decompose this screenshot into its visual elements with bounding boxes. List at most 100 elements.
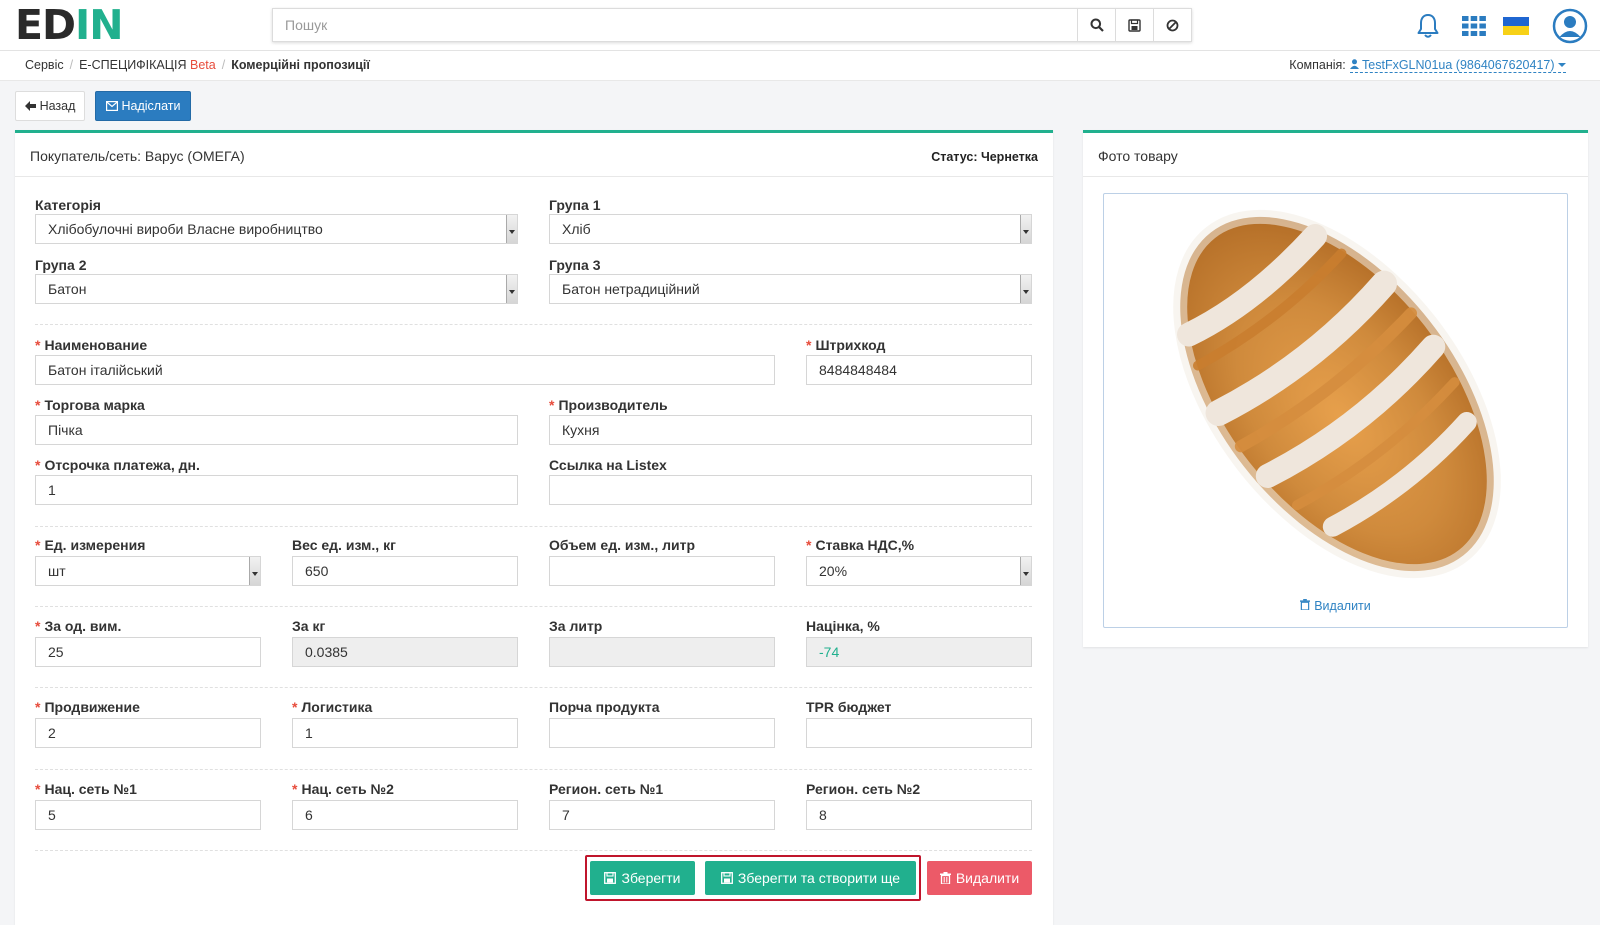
vat-label-text: Ставка НДС,% — [815, 537, 915, 553]
required-marker: * — [35, 618, 41, 634]
select-arrow-icon — [509, 290, 515, 294]
per-unit-input[interactable]: 25 — [35, 637, 261, 667]
breadcrumb-especification-label: Е-СПЕЦИФІКАЦІЯ — [79, 58, 187, 72]
company-dropdown[interactable]: TestFxGLN01ua (9864067620417) — [1349, 58, 1566, 73]
nat1-input[interactable]: 5 — [35, 800, 261, 830]
nat2-input[interactable]: 6 — [292, 800, 518, 830]
photo-delete-label: Видалити — [1314, 599, 1371, 613]
promotion-label-text: Продвижение — [44, 699, 140, 715]
reg1-input[interactable]: 7 — [549, 800, 775, 830]
bell-icon — [1417, 14, 1439, 38]
required-marker: * — [35, 699, 41, 715]
save-button-label: Зберегти — [621, 870, 681, 886]
save-icon — [720, 872, 733, 884]
select-arrow-icon — [1023, 230, 1029, 234]
listex-input[interactable] — [549, 475, 1032, 505]
section-divider — [35, 324, 1032, 325]
back-button-label: Назад — [39, 99, 76, 113]
company-selector: Компанія: TestFxGLN01ua (9864067620417) — [1289, 58, 1566, 73]
back-button[interactable]: Назад — [15, 91, 85, 121]
breadcrumb-bar: Сервіс / Е-СПЕЦИФІКАЦІЯ Beta / Комерційн… — [0, 51, 1600, 81]
reset-search-button[interactable] — [1153, 9, 1191, 41]
logistics-input[interactable]: 1 — [292, 718, 518, 748]
name-input[interactable]: Батон італійський — [35, 355, 775, 385]
listex-label: Ссылка на Listex — [549, 457, 667, 473]
reg2-input[interactable]: 8 — [806, 800, 1032, 830]
delete-button-label: Видалити — [955, 870, 1020, 886]
per-liter-readonly — [549, 637, 775, 667]
notifications-button[interactable] — [1412, 10, 1444, 42]
offer-form-header: Покупатель/сеть: Варус (ОМЕГА) Статус: Ч… — [15, 133, 1053, 177]
user-menu-button[interactable] — [1551, 7, 1589, 45]
unit-select[interactable]: шт — [35, 556, 261, 586]
required-marker: * — [292, 699, 298, 715]
send-button[interactable]: Надіслати — [95, 91, 191, 121]
required-marker: * — [35, 537, 41, 553]
breadcrumb-separator: / — [221, 58, 226, 72]
photo-delete-link[interactable]: Видалити — [1104, 599, 1567, 613]
per-kg-readonly: 0.0385 — [292, 637, 518, 667]
promotion-label: * Продвижение — [35, 699, 140, 715]
trash-icon — [1300, 599, 1311, 610]
logistics-label: * Логистика — [292, 699, 372, 715]
language-button[interactable] — [1500, 10, 1532, 42]
search-button[interactable] — [1077, 9, 1115, 41]
photo-frame: Видалити — [1103, 193, 1568, 628]
group2-select[interactable]: Батон — [35, 274, 518, 304]
required-marker: * — [806, 537, 812, 553]
category-select[interactable]: Хлібобулочні вироби Власне виробництво — [35, 214, 518, 244]
save-icon — [1128, 18, 1141, 32]
category-label: Категорія — [35, 197, 101, 213]
section-divider — [35, 526, 1032, 527]
apps-button[interactable] — [1458, 10, 1490, 42]
breadcrumb-especification[interactable]: Е-СПЕЦИФІКАЦІЯ Beta — [79, 58, 216, 72]
edin-logo[interactable]: ED IN — [15, 1, 124, 49]
breadcrumb-service[interactable]: Сервіс — [25, 58, 64, 72]
delay-input[interactable]: 1 — [35, 475, 518, 505]
save-button[interactable]: Зберегти — [590, 861, 695, 895]
nat2-label: * Нац. сеть №2 — [292, 781, 394, 797]
save-and-create-button[interactable]: Зберегти та створити ще — [705, 861, 916, 895]
user-avatar-icon — [1552, 8, 1588, 44]
delete-button[interactable]: Видалити — [927, 861, 1032, 895]
envelope-icon — [105, 101, 118, 111]
barcode-input[interactable]: 8484848484 — [806, 355, 1032, 385]
logo-text: ED — [15, 1, 76, 49]
required-marker: * — [549, 397, 555, 413]
buyer-title: Покупатель/сеть: Варус (ОМЕГА) — [30, 148, 245, 164]
required-marker: * — [292, 781, 298, 797]
select-arrow-icon — [1023, 290, 1029, 294]
per-kg-label: За кг — [292, 618, 326, 634]
tpr-input[interactable] — [806, 718, 1032, 748]
brand-label-text: Торгова марка — [44, 397, 145, 413]
spoilage-label: Порча продукта — [549, 699, 660, 715]
group1-select[interactable]: Хліб — [549, 214, 1032, 244]
group3-value: Батон нетрадиційний — [562, 281, 700, 297]
spoilage-input[interactable] — [549, 718, 775, 748]
save-search-button[interactable] — [1115, 9, 1153, 41]
required-marker: * — [35, 337, 41, 353]
search-input[interactable] — [273, 9, 1077, 41]
logo-accent-text: IN — [75, 1, 124, 49]
required-marker: * — [35, 781, 41, 797]
breadcrumb-separator: / — [69, 58, 74, 72]
group2-value: Батон — [48, 281, 87, 297]
volume-input[interactable] — [549, 556, 775, 586]
weight-input[interactable]: 650 — [292, 556, 518, 586]
producer-input[interactable]: Кухня — [549, 415, 1032, 445]
name-label: * Наименование — [35, 337, 147, 353]
reg2-label: Регион. сеть №2 — [806, 781, 921, 797]
group3-select[interactable]: Батон нетрадиційний — [549, 274, 1032, 304]
brand-input[interactable]: Пічка — [35, 415, 518, 445]
vat-select[interactable]: 20% — [806, 556, 1032, 586]
producer-label-text: Производитель — [558, 397, 668, 413]
search-icon — [1090, 18, 1104, 32]
section-divider — [35, 687, 1032, 688]
group2-label: Група 2 — [35, 257, 87, 273]
section-divider — [35, 606, 1032, 607]
save-icon — [604, 872, 617, 884]
arrow-left-icon — [24, 101, 36, 111]
select-arrow-icon — [252, 572, 258, 576]
promotion-input[interactable]: 2 — [35, 718, 261, 748]
unit-value: шт — [48, 563, 66, 579]
